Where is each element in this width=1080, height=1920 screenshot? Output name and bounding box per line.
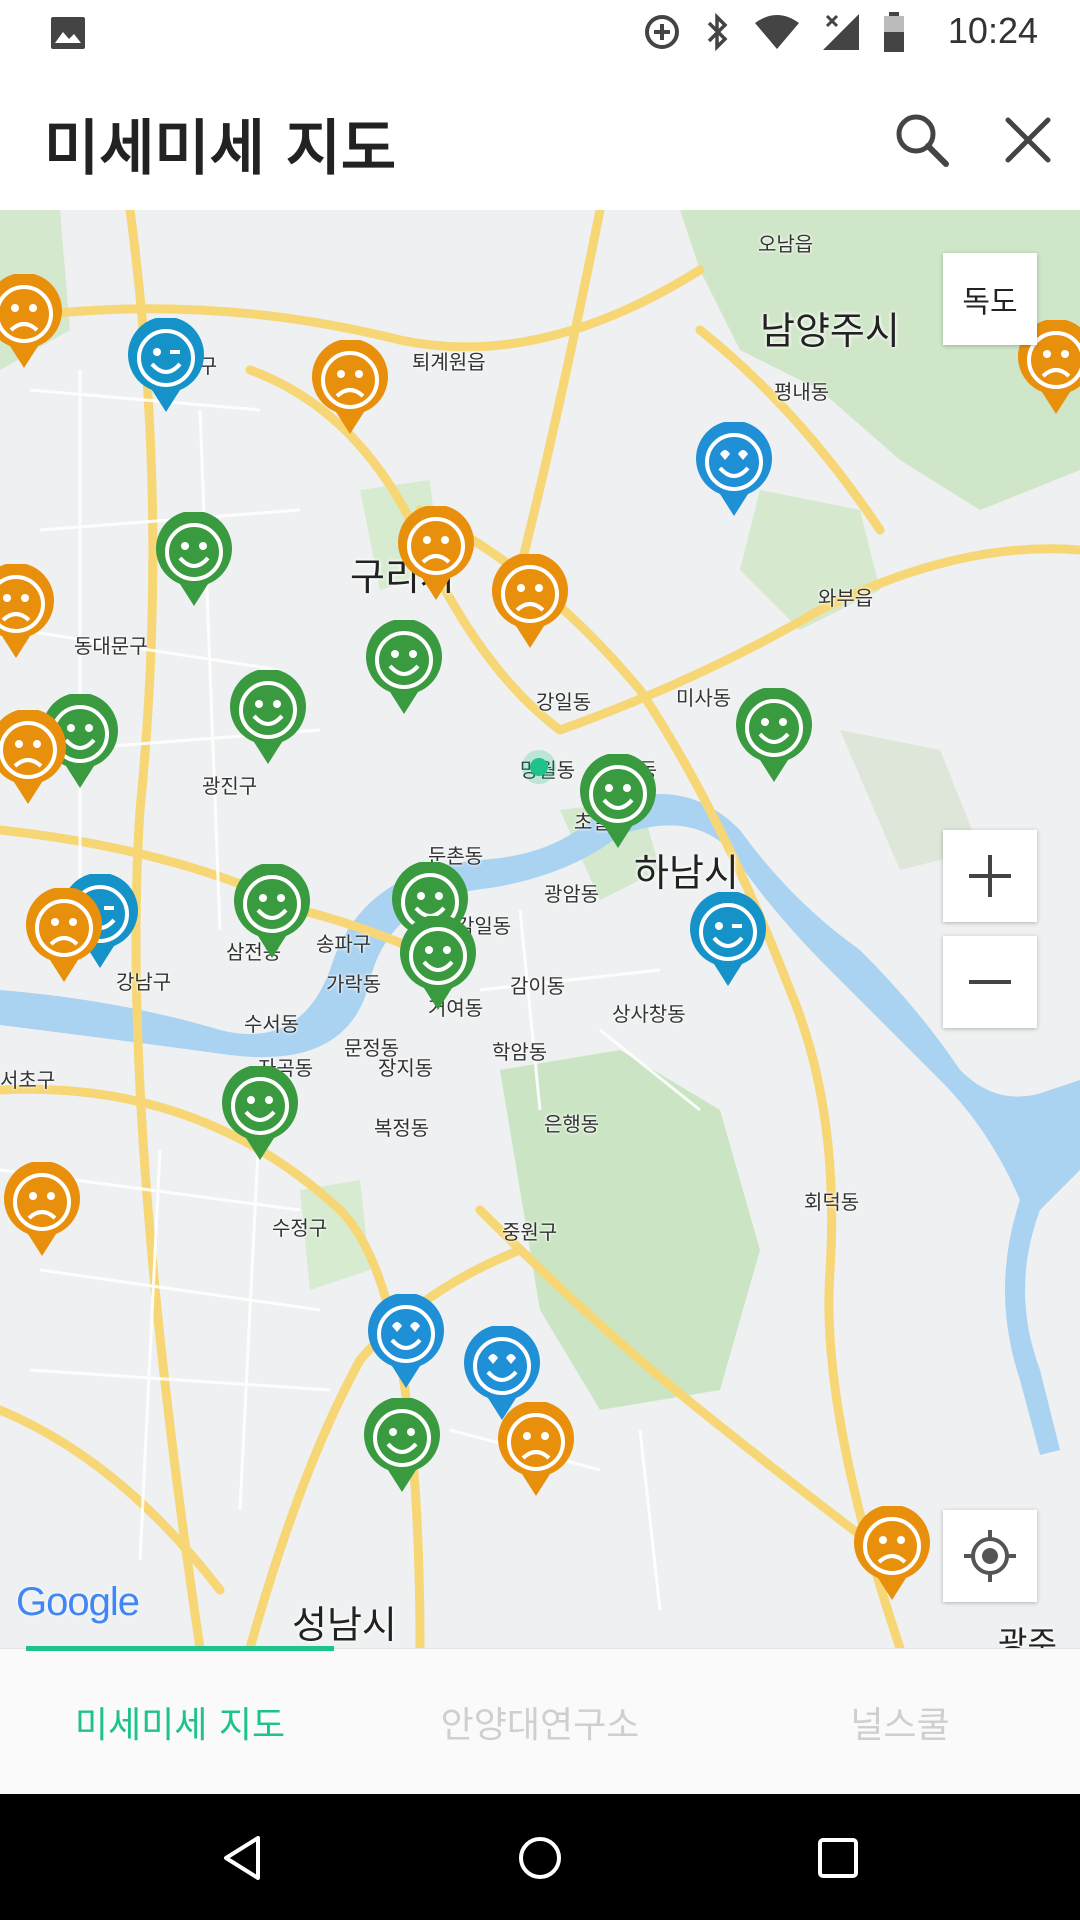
map-label: 중원구 — [502, 1220, 558, 1244]
air-quality-best-marker[interactable] — [366, 1294, 446, 1390]
air-quality-good-marker[interactable] — [228, 670, 308, 766]
tab-fine-dust-map[interactable]: 미세미세 지도 — [0, 1649, 360, 1795]
air-quality-bad-marker[interactable] — [24, 888, 104, 984]
map-label: 서초구 — [0, 1068, 56, 1092]
page-title: 미세미세 지도 — [44, 114, 397, 184]
recents-icon[interactable] — [810, 1830, 866, 1886]
zoom-in-button[interactable] — [943, 830, 1037, 922]
air-quality-bad-marker[interactable] — [396, 506, 476, 602]
map-label: 가락동 — [326, 972, 382, 996]
map-label: 동대문구 — [74, 634, 148, 658]
air-quality-best-marker[interactable] — [694, 422, 774, 518]
air-quality-very-good-marker[interactable] — [688, 892, 768, 988]
map-label: 강남구 — [116, 970, 172, 994]
app-bar: 미세미세 지도 — [0, 66, 1080, 210]
map-label: 은행동 — [544, 1112, 600, 1136]
map-label: 회덕동 — [804, 1190, 860, 1214]
air-quality-bad-marker[interactable] — [0, 710, 68, 806]
current-location-dot-center — [530, 758, 548, 776]
map-label: 강일동 — [536, 690, 592, 714]
air-quality-good-marker[interactable] — [734, 688, 814, 784]
city-label: 성남시 — [292, 1603, 397, 1647]
minus-icon — [969, 980, 1011, 984]
battery-icon — [884, 12, 904, 52]
clock: 10:24 — [947, 10, 1038, 51]
map-label: 상사창동 — [612, 1002, 686, 1026]
map-label: 미사동 — [676, 686, 732, 710]
air-quality-bad-marker[interactable] — [310, 340, 390, 436]
air-quality-bad-marker[interactable] — [490, 554, 570, 650]
map-label: 학암동 — [492, 1040, 548, 1064]
active-tab-indicator — [26, 1646, 334, 1651]
map-label: 오남읍 — [758, 232, 814, 256]
map-label: 퇴계원읍 — [412, 350, 486, 374]
close-icon[interactable] — [996, 108, 1060, 172]
city-label: 남양주시 — [760, 309, 900, 353]
air-quality-good-marker[interactable] — [232, 864, 312, 960]
map-label: 송파구 — [316, 932, 372, 956]
google-attribution: Google — [16, 1580, 140, 1625]
map-label: 와부읍 — [818, 586, 874, 610]
map-label: 수서동 — [244, 1012, 300, 1036]
map-label: 장지동 — [378, 1056, 434, 1080]
bottom-tabs: 미세미세 지도 안양대연구소 널스쿨 — [0, 1648, 1080, 1795]
air-quality-good-marker[interactable] — [362, 1398, 442, 1494]
air-quality-bad-marker[interactable] — [496, 1402, 576, 1498]
zoom-out-button[interactable] — [943, 936, 1037, 1028]
signal-icon — [823, 14, 859, 50]
city-label: 광주 — [998, 1624, 1057, 1648]
data-saver-icon — [645, 15, 679, 49]
system-nav-bar — [0, 1794, 1080, 1920]
dokdo-button-label: 독도 — [962, 285, 1018, 320]
status-bar: 10:24 — [0, 0, 1080, 66]
air-quality-good-marker[interactable] — [364, 620, 444, 716]
air-quality-good-marker[interactable] — [578, 754, 658, 850]
air-quality-good-marker[interactable] — [398, 916, 478, 1012]
air-quality-very-good-marker[interactable] — [126, 318, 206, 414]
plus-icon — [969, 855, 1011, 897]
image-icon — [51, 17, 85, 49]
dokdo-button[interactable]: 독도 — [943, 253, 1037, 345]
map-label: 감이동 — [510, 974, 566, 998]
air-quality-good-marker[interactable] — [154, 512, 234, 608]
air-quality-bad-marker[interactable] — [852, 1506, 932, 1602]
google-logo-text: Google — [16, 1580, 140, 1624]
tab-label: 안양대연구소 — [440, 1705, 640, 1746]
home-icon[interactable] — [512, 1830, 568, 1886]
map-label: 광진구 — [202, 774, 258, 798]
air-quality-bad-marker[interactable] — [2, 1162, 82, 1258]
city-label: 하남시 — [634, 851, 739, 895]
map-label: 평내동 — [774, 380, 830, 404]
wifi-icon — [755, 15, 799, 49]
back-icon[interactable] — [214, 1830, 270, 1886]
air-quality-bad-marker[interactable] — [0, 274, 64, 370]
search-icon[interactable] — [890, 108, 954, 172]
tab-label: 널스쿨 — [850, 1705, 950, 1746]
map-label: 광암동 — [544, 882, 600, 906]
map-label: 복정동 — [374, 1116, 430, 1140]
air-quality-bad-marker[interactable] — [0, 564, 56, 660]
bluetooth-icon — [707, 13, 728, 51]
tab-anyang-univ-lab[interactable]: 안양대연구소 — [360, 1649, 720, 1795]
my-location-button[interactable] — [943, 1510, 1037, 1602]
tab-nullschool[interactable]: 널스쿨 — [720, 1649, 1080, 1795]
map-label: 수정구 — [272, 1216, 328, 1240]
crosshair-icon — [964, 1530, 1016, 1582]
map-view[interactable]: 노원구 퇴계원읍 오남읍 평내동 동대문구 와부읍 강일동 미사동 광진구 풍산… — [0, 210, 1080, 1648]
tab-label: 미세미세 지도 — [74, 1705, 286, 1746]
air-quality-good-marker[interactable] — [220, 1066, 300, 1162]
